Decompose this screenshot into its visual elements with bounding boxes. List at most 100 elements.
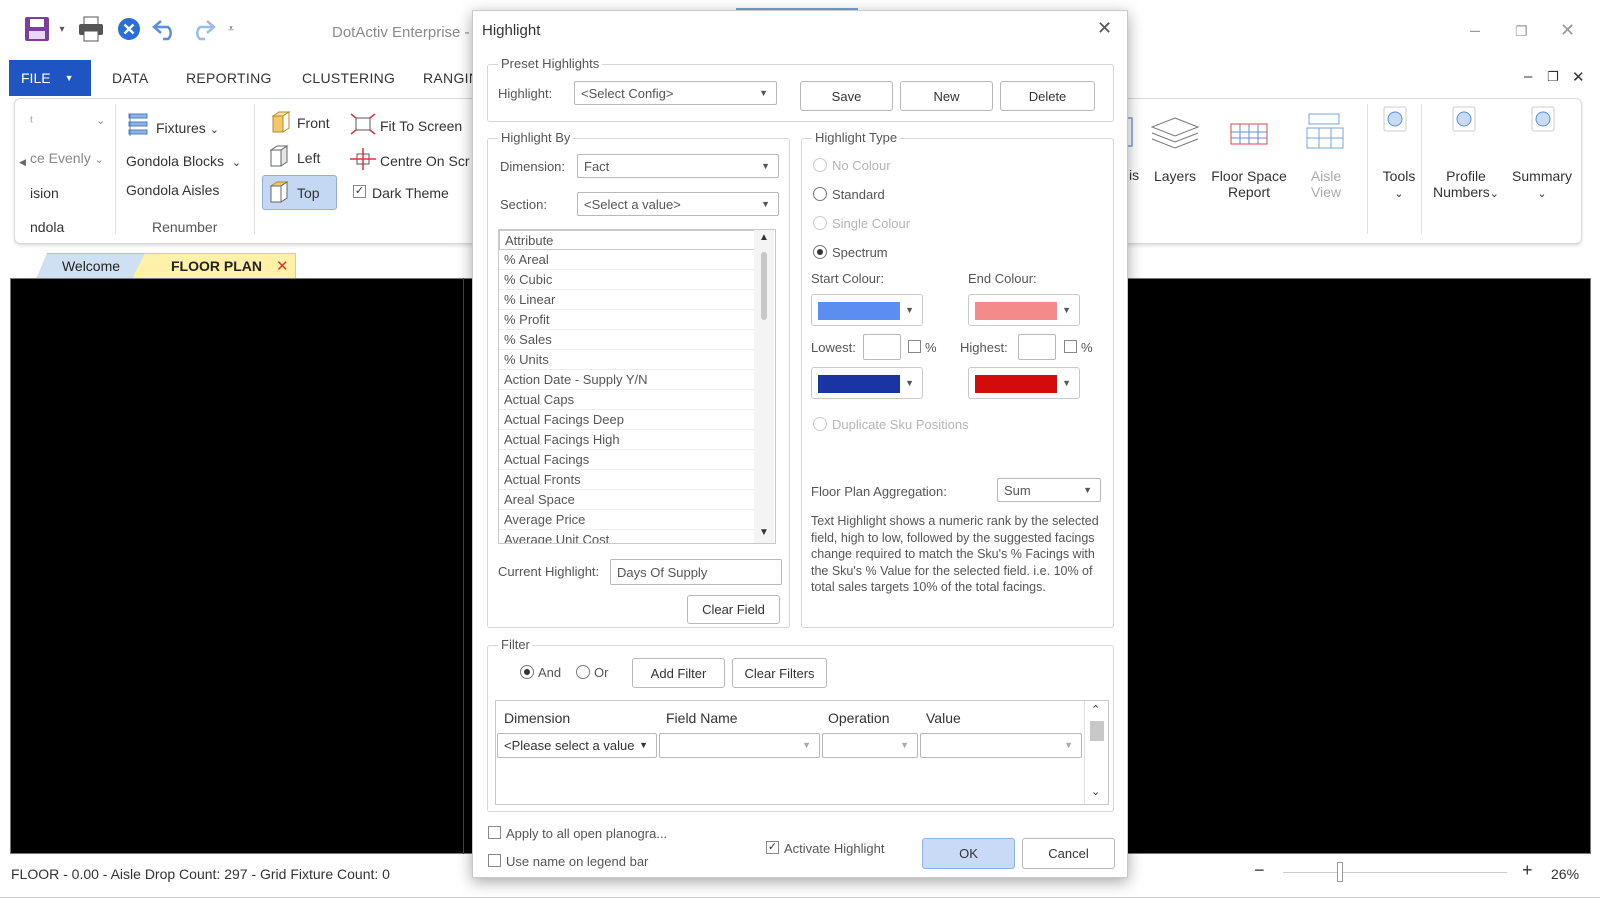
field-list-item[interactable]: Attribute — [499, 230, 757, 250]
field-list-item[interactable]: % Linear — [499, 290, 757, 310]
and-radio[interactable] — [520, 665, 534, 679]
customize-qat-icon[interactable]: ⩡ — [224, 14, 238, 44]
cancel-circle-icon[interactable] — [115, 14, 143, 44]
redo-icon[interactable] — [188, 14, 218, 44]
filter-dimension-select[interactable]: <Please select a value ▼ — [497, 733, 657, 758]
save-dropdown-icon[interactable]: ▾ — [56, 14, 68, 44]
field-list-item[interactable]: Actual Caps — [499, 390, 757, 410]
clear-filters-button[interactable]: Clear Filters — [732, 658, 827, 688]
zoom-out-icon[interactable]: − — [1254, 860, 1265, 881]
filter-operation-select[interactable]: ▼ — [822, 733, 918, 758]
clear-field-button[interactable]: Clear Field — [687, 595, 780, 624]
end-colour-picker[interactable]: ▼ — [968, 294, 1080, 326]
minimize-window-icon[interactable]: – — [1470, 20, 1480, 41]
front-view-button[interactable]: Front — [297, 115, 330, 131]
section-select[interactable]: <Select a value> ▼ — [577, 192, 779, 216]
layers-button[interactable]: Layers — [1146, 168, 1204, 184]
scroll-up-icon[interactable]: ▲ — [759, 232, 769, 243]
ok-button[interactable]: OK — [922, 838, 1015, 869]
spectrum-radio[interactable] — [813, 245, 827, 259]
ribbon-item-division[interactable]: ision — [30, 185, 59, 201]
undo-icon[interactable] — [150, 14, 180, 44]
tab-welcome[interactable]: Welcome — [36, 253, 146, 279]
high-colour-picker[interactable]: ▼ — [968, 367, 1080, 399]
gondola-aisles-button[interactable]: Gondola Aisles — [126, 182, 219, 198]
field-list-item[interactable]: % Areal — [499, 250, 757, 270]
tab-data[interactable]: DATA — [112, 70, 148, 86]
ribbon-item-gondola[interactable]: ndola — [30, 219, 64, 235]
single-colour-radio[interactable] — [813, 216, 827, 230]
centre-on-screen-button[interactable]: Centre On Scr — [380, 153, 469, 169]
tools-button[interactable]: Tools ⌄ — [1370, 168, 1428, 202]
ribbon-scroll-left-icon[interactable]: ◀ — [19, 157, 26, 168]
scrollbar-thumb[interactable] — [1090, 721, 1104, 741]
restore-window-icon[interactable]: ❐ — [1515, 23, 1528, 40]
or-radio[interactable] — [576, 665, 590, 679]
field-list-item[interactable]: Average Price — [499, 510, 757, 530]
field-list-item[interactable]: Action Date - Supply Y/N — [499, 370, 757, 390]
summary-button[interactable]: Summary ⌄ — [1504, 168, 1580, 202]
tab-clustering[interactable]: CLUSTERING — [302, 70, 395, 86]
save-button[interactable]: Save — [800, 81, 893, 111]
zoom-in-icon[interactable]: + — [1522, 860, 1533, 881]
mdi-minimize-icon[interactable]: – — [1524, 68, 1532, 85]
start-colour-picker[interactable]: ▼ — [811, 294, 923, 326]
tab-reporting[interactable]: REPORTING — [186, 70, 272, 86]
field-list-item[interactable]: Average Unit Cost — [499, 530, 757, 543]
lowest-input[interactable] — [863, 334, 901, 360]
profile-numbers-button[interactable]: Profile Numbers⌄ — [1422, 168, 1510, 202]
zoom-slider-track[interactable] — [1283, 872, 1507, 873]
fixtures-button[interactable]: Fixtures ⌄ — [156, 120, 219, 136]
filter-value-select[interactable]: ▼ — [920, 733, 1082, 758]
tab-ranging[interactable]: RANGIN — [423, 70, 479, 86]
current-highlight-field[interactable]: Days Of Supply — [610, 559, 782, 585]
close-tab-icon[interactable]: ✕ — [276, 257, 289, 275]
tab-floor-plan[interactable]: FLOOR PLAN — [132, 253, 296, 279]
close-window-icon[interactable]: ✕ — [1560, 20, 1575, 41]
field-list-item[interactable]: Actual Facings — [499, 450, 757, 470]
chevron-down-icon[interactable]: ⌄ — [96, 114, 105, 127]
field-list-item[interactable]: % Cubic — [499, 270, 757, 290]
mdi-close-icon[interactable]: ✕ — [1572, 68, 1585, 86]
add-filter-button[interactable]: Add Filter — [632, 658, 725, 688]
field-list[interactable]: Attribute% Areal% Cubic% Linear% Profit%… — [498, 229, 776, 544]
dialog-close-icon[interactable]: ✕ — [1097, 18, 1112, 39]
dimension-select[interactable]: Fact ▼ — [577, 154, 779, 178]
fit-to-screen-button[interactable]: Fit To Screen — [380, 118, 462, 134]
field-list-item[interactable]: Areal Space — [499, 490, 757, 510]
lowest-percent-checkbox[interactable] — [908, 340, 921, 353]
apply-all-checkbox[interactable] — [488, 826, 501, 839]
scrollbar-thumb[interactable] — [761, 252, 767, 320]
tab-file[interactable]: FILE ▼ — [9, 60, 91, 96]
floor-space-report-button[interactable]: Floor Space Report — [1204, 168, 1294, 200]
highest-percent-checkbox[interactable] — [1064, 340, 1077, 353]
highest-input[interactable] — [1018, 334, 1056, 360]
duplicate-sku-radio[interactable] — [813, 417, 827, 431]
activate-highlight-checkbox[interactable]: ✓ — [766, 841, 779, 854]
field-list-item[interactable]: Actual Facings Deep — [499, 410, 757, 430]
filter-grid-scrollbar[interactable]: ⌃ ⌄ — [1084, 701, 1108, 804]
zoom-slider-thumb[interactable] — [1337, 862, 1343, 882]
scroll-down-icon[interactable]: ⌄ — [1091, 785, 1100, 798]
print-icon[interactable] — [75, 14, 107, 44]
mdi-restore-icon[interactable]: ❐ — [1547, 69, 1559, 85]
scroll-up-icon[interactable]: ⌃ — [1091, 703, 1100, 716]
use-name-legend-checkbox[interactable] — [488, 854, 501, 867]
gondola-blocks-button[interactable]: Gondola Blocks ⌄ — [126, 153, 241, 169]
low-colour-picker[interactable]: ▼ — [811, 367, 923, 399]
ribbon-item-space-evenly[interactable]: ce Evenly ⌄ — [30, 150, 104, 166]
filter-field-name-select[interactable]: ▼ — [659, 733, 820, 758]
left-view-button[interactable]: Left — [297, 150, 320, 166]
field-list-item[interactable]: % Sales — [499, 330, 757, 350]
save-icon[interactable] — [22, 14, 52, 44]
standard-radio[interactable] — [813, 187, 827, 201]
preset-highlight-select[interactable]: <Select Config> ▼ — [574, 81, 777, 105]
cancel-button[interactable]: Cancel — [1022, 838, 1115, 869]
scroll-down-icon[interactable]: ▼ — [759, 527, 769, 538]
delete-button[interactable]: Delete — [1000, 81, 1095, 111]
dark-theme-checkbox[interactable]: ✓ — [353, 185, 366, 198]
field-list-scrollbar[interactable]: ▲ ▼ — [754, 230, 774, 543]
field-list-item[interactable]: % Units — [499, 350, 757, 370]
new-button[interactable]: New — [900, 81, 993, 111]
aggregation-select[interactable]: Sum ▼ — [997, 478, 1101, 502]
